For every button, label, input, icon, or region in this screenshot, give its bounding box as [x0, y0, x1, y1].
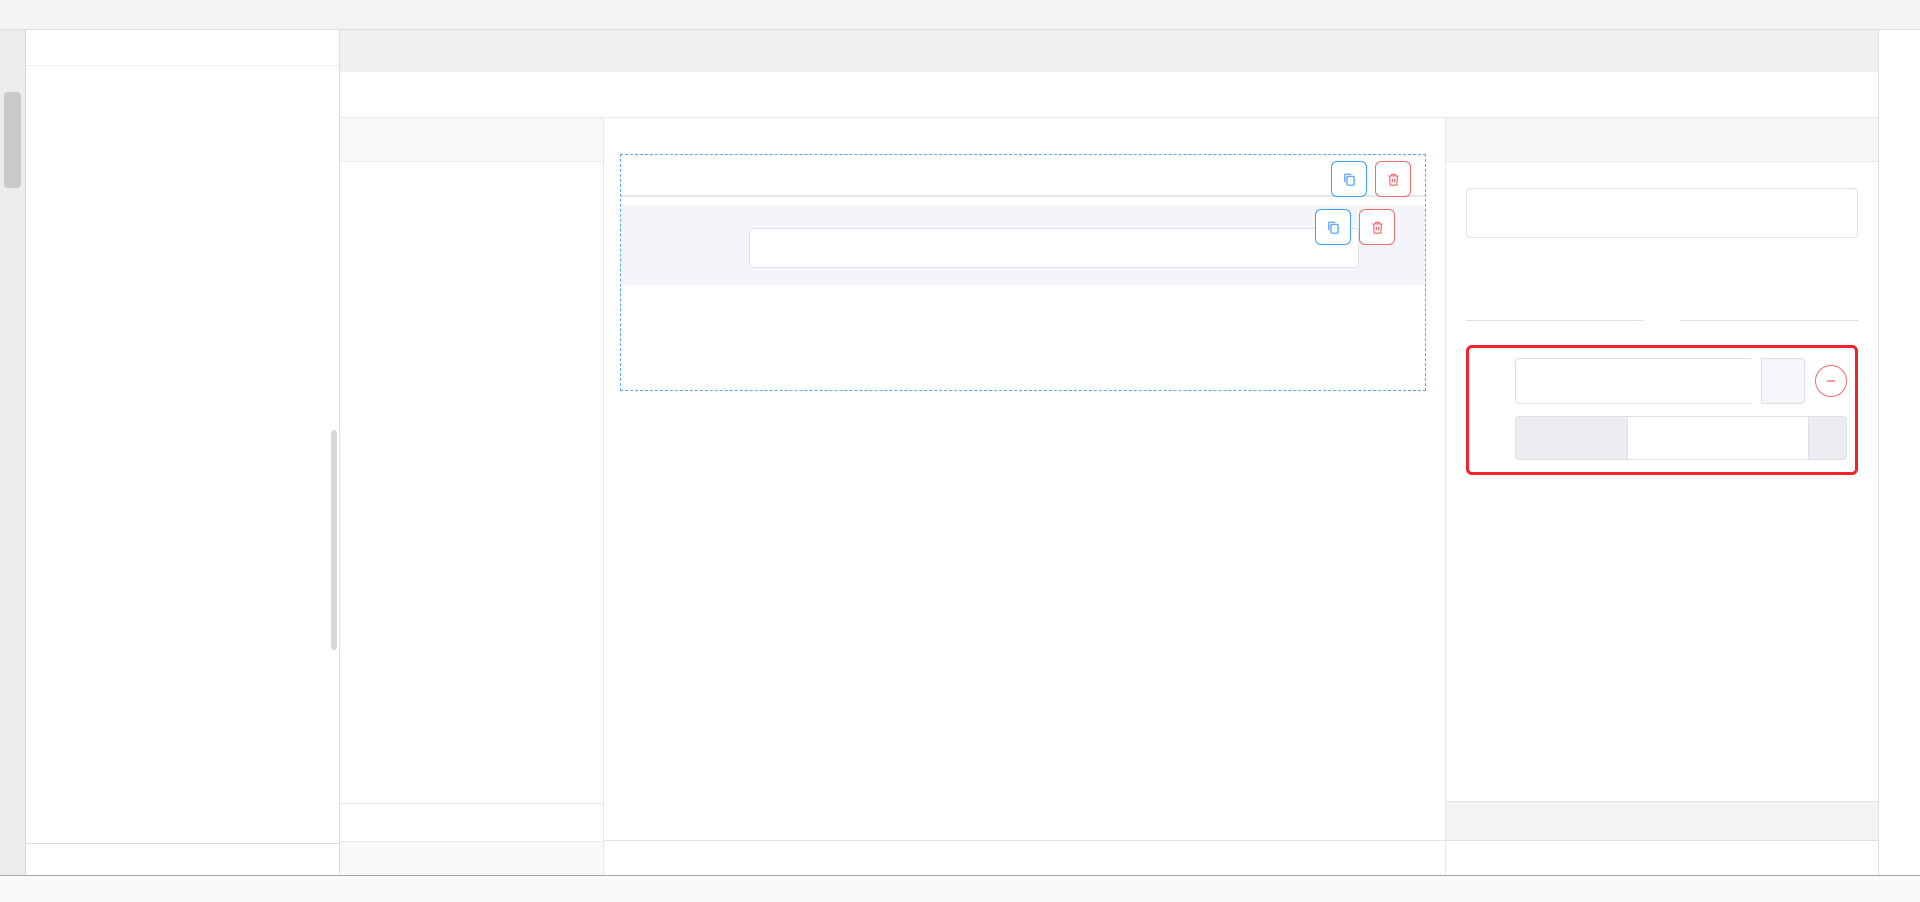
editor-tab-bar — [340, 30, 1878, 72]
main-area — [0, 30, 1920, 875]
tab-name-suffix-button[interactable] — [1761, 358, 1805, 404]
refresh-icon[interactable] — [285, 39, 303, 57]
tabs-widget-actions — [1331, 161, 1411, 197]
save-icon[interactable] — [1890, 5, 1910, 25]
basic-section-header[interactable] — [1446, 118, 1878, 162]
palette-header — [340, 118, 603, 162]
tab-component-icon — [1481, 202, 1503, 224]
explorer-search-row — [26, 30, 339, 66]
teacherId-input[interactable] — [749, 228, 1359, 268]
problems-bar[interactable] — [26, 843, 339, 875]
form-field-teacherId — [621, 228, 1365, 268]
drag-handle-icon — [364, 133, 377, 146]
property-inspector — [1445, 118, 1878, 875]
chevron-down-icon[interactable] — [571, 132, 587, 148]
outline-bar[interactable] — [340, 803, 603, 841]
chevron-right-icon[interactable] — [571, 815, 587, 831]
form-canvas — [604, 118, 1445, 875]
problems-list-icon — [42, 851, 59, 868]
left-rail — [0, 30, 26, 875]
rail-scroll-thumb[interactable] — [4, 92, 21, 188]
view-api-link[interactable] — [1396, 813, 1421, 831]
copy-button[interactable] — [1315, 209, 1351, 245]
view-tab-bar — [340, 72, 1878, 118]
delete-button[interactable] — [1375, 161, 1411, 197]
tabs-widget[interactable] — [620, 154, 1426, 391]
app-window — [0, 0, 1920, 902]
eye-icon — [1396, 813, 1414, 831]
tab-name-input[interactable] — [1515, 358, 1751, 404]
condition-code-button[interactable] — [1809, 416, 1847, 460]
collapse-all-icon[interactable] — [313, 39, 331, 57]
titlebar — [0, 0, 1920, 30]
info-icon — [364, 815, 380, 831]
tab-title[interactable] — [621, 155, 645, 181]
palette-body — [340, 162, 603, 803]
right-rail — [1878, 30, 1920, 875]
tab-pane-field-row[interactable] — [621, 205, 1425, 285]
copy-button[interactable] — [1331, 161, 1367, 197]
tab-pages-divider — [1466, 320, 1858, 321]
add-tab-page-link[interactable] — [1466, 495, 1491, 512]
new-folder-icon[interactable] — [257, 39, 275, 57]
canvas-body — [604, 118, 1445, 803]
search-input[interactable] — [56, 40, 251, 56]
component-palette — [340, 118, 604, 875]
tab-page-item — [1466, 345, 1858, 475]
advanced-section-header[interactable] — [1446, 801, 1878, 841]
explorer-panel — [26, 30, 340, 875]
condition-input[interactable] — [1627, 416, 1809, 460]
condition-row — [1515, 416, 1847, 460]
condition-label — [1515, 416, 1627, 460]
workspace — [340, 118, 1878, 875]
canvas-footer — [604, 803, 1445, 841]
explorer-actions — [257, 39, 331, 57]
palette-footer-strip — [340, 841, 603, 875]
inspector-footer-strip — [1446, 841, 1878, 875]
app-logo-icon — [10, 5, 30, 25]
tree-scrollbar[interactable] — [331, 430, 337, 650]
inspector-body — [1446, 162, 1878, 801]
file-tree — [26, 66, 339, 843]
chevron-down-icon — [1841, 131, 1858, 148]
center-column — [340, 30, 1878, 875]
tab-header-divider — [621, 195, 1425, 197]
field-actions — [1315, 209, 1395, 245]
component-name-input[interactable] — [1466, 188, 1858, 238]
plus-circle-icon — [1466, 495, 1483, 512]
canvas-footer-strip — [604, 841, 1445, 875]
chevron-right-icon — [1841, 813, 1858, 830]
remove-tab-button[interactable] — [1815, 365, 1847, 397]
delete-button[interactable] — [1359, 209, 1395, 245]
statusbar — [0, 875, 1920, 902]
search-icon — [34, 40, 50, 56]
tab-name-row — [1479, 358, 1847, 404]
sliders-icon[interactable] — [1479, 368, 1505, 394]
rail-tab-resources[interactable] — [0, 32, 25, 48]
